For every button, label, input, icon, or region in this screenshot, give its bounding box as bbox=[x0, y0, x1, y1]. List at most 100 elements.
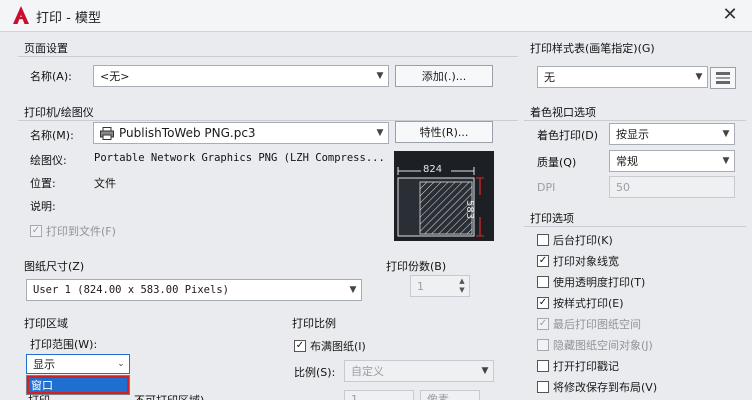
plot-area-group-label: 打印区域 bbox=[24, 317, 68, 330]
quality-label: 质量(Q) bbox=[537, 156, 577, 169]
spinner-arrows-icon: ▲ ▼ bbox=[459, 277, 465, 294]
plot-range-value: 显示 bbox=[33, 358, 55, 371]
add-page-setup-button[interactable]: 添加(.)... bbox=[395, 65, 493, 87]
style-table-select[interactable]: 无 ▼ bbox=[537, 66, 708, 88]
scale-unit-select[interactable]: 像素 bbox=[420, 390, 480, 400]
style-table-group-label: 打印样式表(画笔指定)(G) bbox=[530, 42, 655, 55]
scale-unit-value: 像素 bbox=[427, 393, 449, 400]
printer-group-label: 打印机/绘图仪 bbox=[24, 106, 94, 119]
plot-options-divider bbox=[524, 226, 746, 227]
shaded-viewport-divider bbox=[524, 120, 746, 121]
dpi-input[interactable]: 50 bbox=[609, 176, 735, 198]
plot-option-paperspace-last-checkbox[interactable]: ✓ 最后打印图纸空间 bbox=[537, 313, 657, 334]
chevron-down-icon: ▼ bbox=[349, 285, 357, 295]
checkmark-icon: ✓ bbox=[537, 254, 549, 267]
autocad-logo-icon bbox=[13, 6, 29, 24]
plot-scale-group-label: 打印比例 bbox=[292, 317, 336, 330]
plot-option-label: 打印对象线宽 bbox=[553, 254, 619, 268]
checkbox-box bbox=[537, 338, 549, 351]
scale-label: 比例(S): bbox=[294, 366, 336, 379]
paper-preview-drawing bbox=[397, 165, 485, 237]
shade-plot-value: 按显示 bbox=[616, 128, 649, 141]
page-setup-divider bbox=[18, 56, 518, 57]
print-to-file-label: 打印到文件(F) bbox=[46, 225, 116, 238]
plotter-label: 绘图仪: bbox=[30, 154, 67, 167]
page-setup-name-label: 名称(A): bbox=[30, 70, 72, 83]
fit-to-paper-checkbox[interactable]: ✓ 布满图纸(I) bbox=[294, 338, 366, 354]
paper-size-value: User 1 (824.00 x 583.00 Pixels) bbox=[33, 284, 229, 296]
plotter-value: Portable Network Graphics PNG (LZH Compr… bbox=[94, 152, 385, 164]
paper-preview: 824 583 bbox=[394, 151, 494, 241]
preview-width-label: 824 bbox=[423, 164, 443, 175]
chevron-down-icon: ⌄ bbox=[117, 359, 125, 369]
printable-area-partial-label: 不可打印区域) bbox=[134, 392, 204, 400]
checkmark-icon: ✓ bbox=[294, 340, 306, 352]
style-table-edit-icon bbox=[716, 72, 730, 84]
location-value: 文件 bbox=[94, 177, 116, 190]
plot-option-label: 最后打印图纸空间 bbox=[553, 317, 641, 331]
plot-range-select[interactable]: 显示 ⌄ bbox=[26, 354, 130, 374]
plot-option-transparency-checkbox[interactable]: 使用透明度打印(T) bbox=[537, 271, 657, 292]
checkmark-icon: ✓ bbox=[537, 317, 549, 330]
style-table-value: 无 bbox=[544, 71, 555, 84]
description-label: 说明: bbox=[30, 200, 56, 213]
printer-name-select[interactable]: PublishToWeb PNG.pc3 ▼ bbox=[93, 122, 389, 144]
shaded-viewport-group-label: 着色视口选项 bbox=[530, 106, 596, 119]
scale-value: 自定义 bbox=[351, 365, 384, 378]
quality-value: 常规 bbox=[616, 155, 638, 168]
close-icon[interactable]: ✕ bbox=[712, 2, 748, 28]
dpi-value: 50 bbox=[616, 180, 630, 194]
chevron-down-icon: ▼ bbox=[481, 366, 489, 376]
chevron-down-icon: ▼ bbox=[695, 72, 703, 82]
scale-select[interactable]: 自定义 ▼ bbox=[344, 360, 494, 382]
checkmark-icon: ✓ bbox=[537, 296, 549, 309]
plot-option-label: 后台打印(K) bbox=[553, 233, 613, 247]
plot-option-label: 按样式打印(E) bbox=[553, 296, 624, 310]
checkbox-box bbox=[537, 233, 549, 246]
copies-spinner[interactable]: 1 ▲ ▼ bbox=[410, 275, 470, 297]
edit-style-table-button[interactable] bbox=[710, 67, 736, 89]
plot-option-label: 将修改保存到布局(V) bbox=[553, 380, 658, 394]
plot-offset-partial-label: 打印 bbox=[28, 392, 50, 400]
copies-value: 1 bbox=[417, 279, 424, 293]
quality-select[interactable]: 常规 ▼ bbox=[609, 150, 735, 172]
print-to-file-checkbox[interactable]: ✓ 打印到文件(F) bbox=[30, 223, 116, 239]
window-title: 打印 - 模型 bbox=[36, 11, 101, 26]
checkbox-box bbox=[537, 359, 549, 372]
preview-height-label: 583 bbox=[464, 200, 475, 220]
chevron-down-icon: ▼ bbox=[722, 156, 730, 166]
checkmark-icon: ✓ bbox=[30, 225, 42, 237]
checkbox-box bbox=[537, 275, 549, 288]
plot-option-hide-objects-checkbox[interactable]: 隐藏图纸空间对象(J) bbox=[537, 334, 657, 355]
page-setup-name-select[interactable]: <无> ▼ bbox=[93, 65, 389, 87]
location-label: 位置: bbox=[30, 177, 56, 190]
shade-plot-label: 着色打印(D) bbox=[537, 129, 599, 142]
scale-number-input[interactable]: 1 bbox=[344, 390, 414, 400]
plot-option-background-checkbox[interactable]: 后台打印(K) bbox=[537, 229, 657, 250]
title-bar bbox=[0, 0, 752, 32]
properties-button[interactable]: 特性(R)... bbox=[395, 121, 493, 143]
plot-range-label: 打印范围(W): bbox=[30, 338, 98, 351]
printer-name-value: PublishToWeb PNG.pc3 bbox=[119, 126, 256, 140]
plot-options-group-label: 打印选项 bbox=[530, 212, 574, 225]
plot-option-styles-checkbox[interactable]: ✓ 按样式打印(E) bbox=[537, 292, 657, 313]
plot-options-list: 后台打印(K) ✓ 打印对象线宽 使用透明度打印(T) ✓ 按样式打印(E) ✓… bbox=[537, 229, 657, 397]
shade-plot-select[interactable]: 按显示 ▼ bbox=[609, 123, 735, 145]
checkbox-box bbox=[537, 380, 549, 393]
dpi-label: DPI bbox=[537, 181, 556, 194]
plot-option-save-layout-checkbox[interactable]: 将修改保存到布局(V) bbox=[537, 376, 657, 397]
page-setup-group-label: 页面设置 bbox=[24, 42, 68, 55]
plot-option-label: 使用透明度打印(T) bbox=[553, 275, 646, 289]
scale-number-value: 1 bbox=[351, 392, 358, 400]
chevron-down-icon: ▼ bbox=[376, 128, 384, 138]
chevron-down-icon: ▼ bbox=[376, 71, 384, 81]
printer-icon bbox=[100, 126, 114, 140]
plot-option-label: 隐藏图纸空间对象(J) bbox=[553, 338, 653, 352]
copies-group-label: 打印份数(B) bbox=[386, 260, 447, 273]
chevron-down-icon: ▼ bbox=[722, 129, 730, 139]
fit-to-paper-label: 布满图纸(I) bbox=[310, 340, 366, 353]
plot-option-lineweights-checkbox[interactable]: ✓ 打印对象线宽 bbox=[537, 250, 657, 271]
plot-option-stamp-checkbox[interactable]: 打开打印戳记 bbox=[537, 355, 657, 376]
paper-size-select[interactable]: User 1 (824.00 x 583.00 Pixels) ▼ bbox=[26, 279, 362, 301]
paper-size-group-label: 图纸尺寸(Z) bbox=[24, 260, 85, 273]
